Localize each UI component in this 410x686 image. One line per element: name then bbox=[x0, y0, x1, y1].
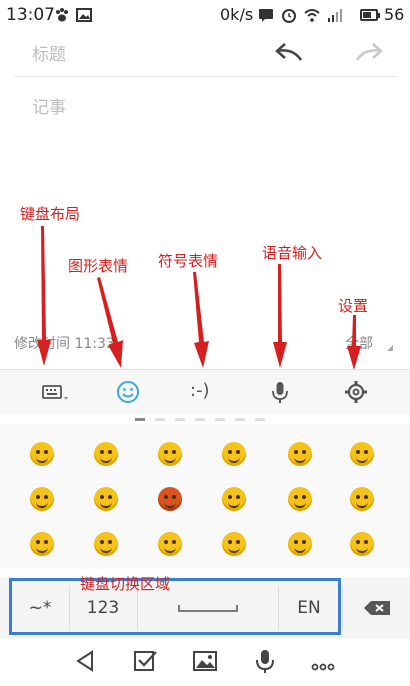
image-icon[interactable] bbox=[191, 647, 219, 675]
emoji-big-grin[interactable] bbox=[30, 532, 54, 556]
emoji-panel bbox=[0, 424, 410, 569]
symbol-emoticon-button[interactable]: :-) bbox=[190, 380, 210, 401]
emoji-blank[interactable] bbox=[94, 532, 118, 556]
backspace-icon bbox=[363, 601, 390, 615]
emoji-neutral[interactable] bbox=[94, 487, 118, 511]
emoji-angry[interactable] bbox=[30, 487, 54, 511]
annotation-arrows bbox=[37, 226, 361, 370]
emoji-tears-joy[interactable] bbox=[288, 487, 312, 511]
more-icon[interactable] bbox=[309, 647, 337, 675]
emoji-tongue[interactable] bbox=[158, 442, 182, 466]
emoji-wink-tongue[interactable] bbox=[222, 487, 246, 511]
keyboard-switch-area-highlight bbox=[9, 578, 341, 635]
annotation-keyboard-switch-area: 键盘切换区域 bbox=[80, 575, 171, 593]
delete-key[interactable] bbox=[343, 580, 410, 636]
microphone-icon[interactable] bbox=[266, 378, 294, 406]
microphone-icon[interactable] bbox=[251, 647, 279, 675]
emoji-wink[interactable] bbox=[158, 532, 182, 556]
emoji-smile[interactable] bbox=[30, 442, 54, 466]
emoji-grin[interactable] bbox=[94, 442, 118, 466]
emoji-smile-wink[interactable] bbox=[222, 532, 246, 556]
emoji-content[interactable] bbox=[350, 487, 374, 511]
smiley-icon[interactable] bbox=[114, 378, 142, 406]
emoji-smirk[interactable] bbox=[350, 442, 374, 466]
emoji-laugh[interactable] bbox=[288, 442, 312, 466]
emoji-persevere[interactable] bbox=[350, 532, 374, 556]
gear-icon[interactable] bbox=[342, 378, 370, 406]
emoji-halo[interactable] bbox=[222, 442, 246, 466]
back-icon[interactable] bbox=[72, 647, 100, 675]
page-indicator bbox=[135, 418, 265, 421]
checkbox-icon[interactable] bbox=[131, 647, 159, 675]
emoji-expressionless[interactable] bbox=[288, 532, 312, 556]
emoji-devil[interactable] bbox=[158, 487, 182, 511]
keyboard-icon[interactable] bbox=[40, 378, 68, 406]
